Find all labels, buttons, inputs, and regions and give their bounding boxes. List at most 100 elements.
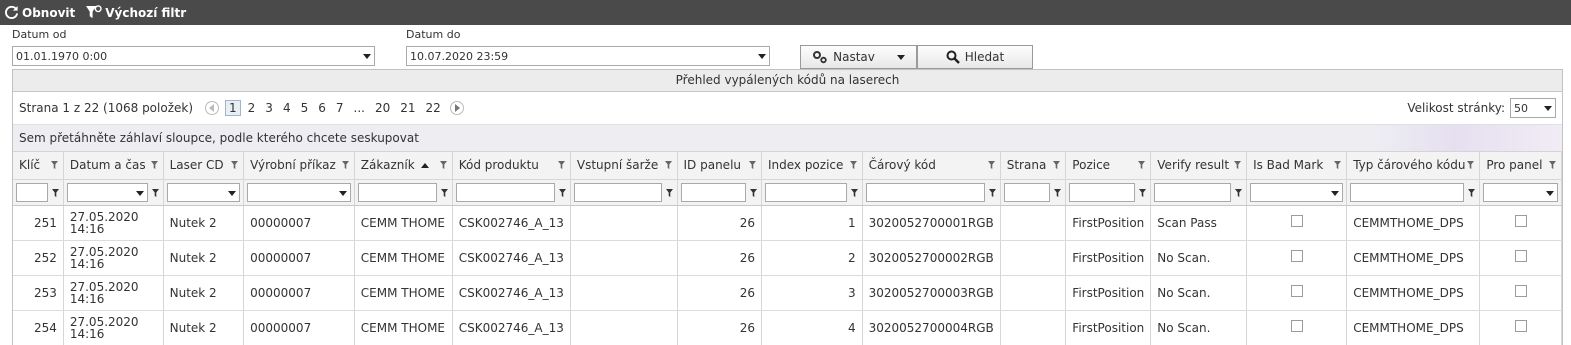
filter-icon[interactable] [51, 188, 59, 197]
filter-icon[interactable] [1467, 161, 1475, 169]
filter-icon[interactable] [341, 161, 349, 169]
prev-page-button[interactable] [205, 101, 220, 115]
filter-input[interactable] [764, 182, 847, 202]
refresh-button[interactable]: Obnovit [4, 5, 75, 20]
page-link[interactable]: 3 [265, 101, 273, 115]
page-link[interactable]: 4 [283, 101, 291, 115]
table-row[interactable]: 251 27.05.2020 14:16 Nutek 2 00000007 CEM… [13, 205, 1562, 241]
default-filter-button[interactable]: Výchozí filtr [85, 5, 186, 20]
filter-input[interactable] [1003, 182, 1051, 202]
filter-icon[interactable] [1138, 161, 1146, 169]
filter-icon[interactable] [231, 161, 239, 169]
page-link[interactable]: 6 [318, 101, 326, 115]
filter-select[interactable] [1483, 182, 1558, 202]
filter-input[interactable] [455, 182, 555, 202]
filter-icon[interactable] [849, 161, 857, 169]
filter-icon[interactable] [439, 161, 447, 169]
per-panel-checkbox[interactable] [1514, 285, 1527, 297]
column-header[interactable]: Výrobní příkaz [243, 152, 355, 180]
bad-mark-checkbox[interactable] [1290, 320, 1303, 332]
filter-input[interactable] [357, 182, 437, 202]
filter-input[interactable] [1350, 182, 1465, 202]
filter-icon[interactable] [1234, 161, 1242, 169]
page-link[interactable]: 2 [248, 101, 256, 115]
chevron-down-icon[interactable] [1546, 190, 1554, 196]
filter-icon[interactable] [151, 188, 159, 197]
filter-icon[interactable] [749, 188, 757, 197]
column-header[interactable]: Strana [1000, 152, 1067, 180]
page-link[interactable]: 1 [225, 100, 241, 116]
filter-icon[interactable] [1549, 161, 1556, 169]
chevron-down-icon[interactable] [338, 190, 347, 196]
filter-date-input[interactable] [66, 182, 148, 202]
filter-select[interactable] [1250, 182, 1344, 202]
next-page-button[interactable] [449, 101, 464, 115]
filter-icon[interactable] [665, 188, 673, 197]
column-header[interactable]: Verify result [1150, 152, 1248, 180]
column-header[interactable]: ID panelu [677, 152, 762, 180]
filter-select[interactable] [166, 182, 241, 202]
column-header[interactable]: Laser CD [163, 152, 245, 180]
table-row[interactable]: 253 27.05.2020 14:16 Nutek 2 00000007 CEM… [13, 275, 1562, 311]
page-link[interactable]: 21 [400, 101, 415, 115]
filter-icon[interactable] [440, 188, 448, 197]
filter-input[interactable] [865, 182, 985, 202]
date-from-field[interactable]: 01.01.1970 0:00 [12, 46, 375, 66]
column-header[interactable]: Čárový kód [862, 152, 1001, 180]
filter-icon[interactable] [150, 161, 158, 169]
chevron-down-icon[interactable] [758, 54, 766, 59]
search-button[interactable]: Hledat [917, 45, 1033, 69]
filter-icon[interactable] [558, 188, 566, 197]
page-link[interactable]: 20 [375, 101, 390, 115]
settings-button[interactable]: Nastav [800, 45, 917, 69]
filter-input[interactable] [680, 182, 746, 202]
per-panel-checkbox[interactable] [1514, 215, 1527, 227]
page-link[interactable]: 7 [336, 101, 344, 115]
filter-icon[interactable] [1235, 188, 1243, 197]
filter-icon[interactable] [850, 188, 858, 197]
chevron-down-icon[interactable] [363, 54, 371, 59]
filter-input[interactable] [1154, 182, 1232, 202]
chevron-down-icon[interactable] [1544, 106, 1552, 111]
chevron-down-icon[interactable] [896, 54, 905, 60]
filter-icon[interactable] [664, 161, 672, 169]
column-header[interactable]: Typ čárového kódu [1346, 152, 1481, 180]
per-panel-checkbox[interactable] [1514, 320, 1527, 332]
column-header[interactable]: Klíč [13, 152, 64, 180]
filter-icon[interactable] [1468, 188, 1476, 197]
column-header[interactable]: Pozice [1065, 152, 1152, 180]
page-ellipsis[interactable]: ... [354, 101, 365, 115]
table-row[interactable]: 252 27.05.2020 14:16 Nutek 2 00000007 CEM… [13, 240, 1562, 276]
filter-select[interactable] [247, 182, 351, 202]
filter-icon[interactable] [1334, 161, 1342, 169]
column-header[interactable]: Vstupní šarže [570, 152, 678, 180]
column-header[interactable]: Kód produktu [452, 152, 571, 180]
date-to-field[interactable]: 10.07.2020 23:59 [406, 46, 770, 66]
bad-mark-checkbox[interactable] [1290, 215, 1303, 227]
filter-icon[interactable] [557, 161, 565, 169]
per-panel-checkbox[interactable] [1514, 250, 1527, 262]
chevron-down-icon[interactable] [1331, 190, 1340, 196]
filter-input[interactable] [1069, 182, 1136, 202]
group-panel[interactable]: Sem přetáhněte záhlaví sloupce, podle kt… [13, 125, 1562, 152]
column-header[interactable]: Datum a čas [63, 152, 164, 180]
filter-icon[interactable] [50, 161, 58, 169]
filter-icon[interactable] [988, 188, 996, 197]
filter-icon[interactable] [1053, 161, 1061, 169]
chevron-down-icon[interactable] [135, 190, 144, 196]
bad-mark-checkbox[interactable] [1290, 250, 1303, 262]
page-size-select[interactable]: 50 [1510, 98, 1556, 118]
filter-icon[interactable] [1054, 188, 1062, 197]
table-row[interactable]: 254 27.05.2020 14:16 Nutek 2 00000007 CEM… [13, 310, 1562, 345]
column-header[interactable]: Zákazník [354, 152, 453, 180]
column-header[interactable]: Pro panel [1479, 152, 1562, 180]
filter-icon[interactable] [748, 161, 756, 169]
bad-mark-checkbox[interactable] [1290, 285, 1303, 297]
filter-icon[interactable] [987, 161, 995, 169]
column-header[interactable]: Index pozice [761, 152, 863, 180]
filter-input[interactable] [573, 182, 662, 202]
chevron-down-icon[interactable] [228, 190, 237, 196]
page-link[interactable]: 22 [426, 101, 441, 115]
column-header[interactable]: Is Bad Mark [1246, 152, 1348, 180]
page-link[interactable]: 5 [301, 101, 309, 115]
